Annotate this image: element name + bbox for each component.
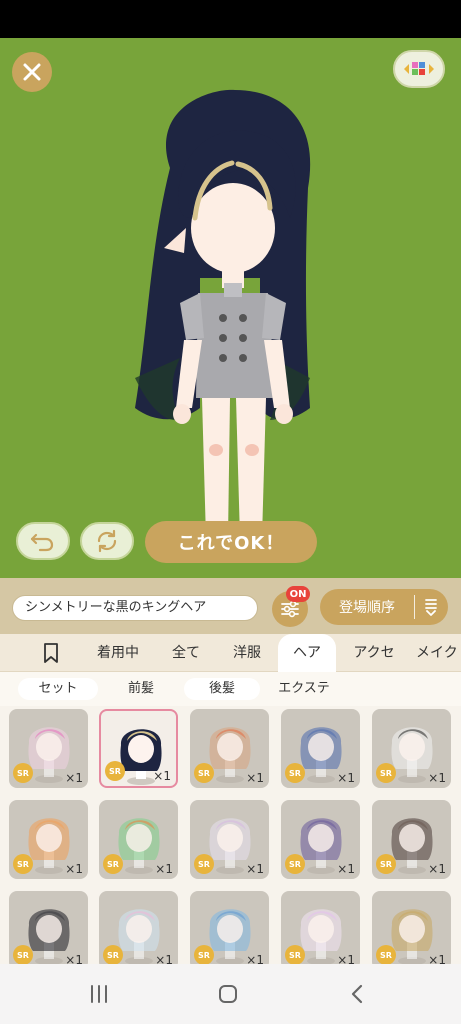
item-name-field: シンメトリーな黒のキングヘア bbox=[12, 595, 258, 621]
rarity-badge: SR bbox=[376, 763, 396, 783]
hair-item-card[interactable]: SR ×1 bbox=[9, 800, 88, 879]
item-quantity: ×1 bbox=[65, 771, 83, 785]
status-bar bbox=[0, 0, 461, 38]
item-toolbar: シンメトリーな黒のキングヘア ON 登場順序 bbox=[0, 578, 461, 634]
hair-item-card[interactable]: SR ×1 bbox=[9, 709, 88, 788]
sub-tabs: セット 前髪 後髪 エクステ bbox=[0, 672, 461, 706]
system-nav-bar bbox=[0, 964, 461, 1024]
hair-item-card[interactable]: SR ×1 bbox=[372, 800, 451, 879]
hair-item-card[interactable]: SR ×1 bbox=[190, 709, 269, 788]
tab-hair[interactable]: ヘア bbox=[278, 634, 336, 672]
item-quantity: ×1 bbox=[155, 953, 173, 964]
back-icon bbox=[351, 984, 363, 1004]
item-quantity: ×1 bbox=[337, 862, 355, 876]
back-button[interactable] bbox=[342, 980, 372, 1008]
rarity-badge: SR bbox=[285, 945, 305, 964]
subtab-set[interactable]: セット bbox=[18, 678, 98, 700]
tab-bookmark[interactable] bbox=[32, 634, 70, 672]
hair-item-card[interactable]: SR ×1 bbox=[281, 800, 360, 879]
filter-sliders-icon bbox=[281, 600, 299, 618]
item-grid: SR ×1 SR ×1 SR ×1 SR ×1 SR ×1 SR ×1 SR ×1 SR ×1 SR ×1 SR ×1… bbox=[0, 706, 461, 964]
tab-wearing[interactable]: 着用中 bbox=[86, 634, 150, 672]
item-quantity: ×1 bbox=[246, 771, 264, 785]
hair-item-card[interactable]: SR ×1 bbox=[190, 891, 269, 964]
rarity-badge: SR bbox=[376, 854, 396, 874]
subtab-front-hair[interactable]: 前髪 bbox=[104, 678, 178, 700]
subtab-extensions[interactable]: エクステ bbox=[266, 678, 342, 700]
undo-button[interactable] bbox=[16, 522, 70, 560]
avatar-character bbox=[135, 89, 311, 550]
item-quantity: ×1 bbox=[337, 953, 355, 964]
close-icon bbox=[23, 63, 41, 81]
item-quantity: ×1 bbox=[428, 771, 446, 785]
randomize-button[interactable] bbox=[80, 522, 134, 560]
tab-makeup[interactable]: メイク bbox=[416, 634, 461, 672]
hair-item-card[interactable]: SR ×1 bbox=[190, 800, 269, 879]
tab-clothes[interactable]: 洋服 bbox=[222, 634, 272, 672]
hair-item-card[interactable]: SR ×1 bbox=[372, 709, 451, 788]
item-quantity: ×1 bbox=[428, 953, 446, 964]
item-quantity: ×1 bbox=[428, 862, 446, 876]
hair-item-card-selected[interactable]: SR ×1 bbox=[99, 709, 178, 788]
hair-item-card[interactable]: SR ×1 bbox=[9, 891, 88, 964]
item-quantity: ×1 bbox=[246, 953, 264, 964]
sort-button[interactable]: 登場順序 bbox=[320, 589, 448, 625]
hair-item-card[interactable]: SR ×1 bbox=[281, 709, 360, 788]
sort-divider bbox=[414, 595, 415, 619]
rarity-badge: SR bbox=[194, 854, 214, 874]
category-tabs: 着用中 全て 洋服 ヘア アクセ メイク bbox=[0, 634, 461, 672]
grid-toggle-icon bbox=[404, 62, 434, 75]
recent-apps-button[interactable] bbox=[84, 980, 114, 1008]
recent-apps-icon bbox=[91, 985, 107, 1003]
item-quantity: ×1 bbox=[65, 862, 83, 876]
home-icon bbox=[219, 985, 237, 1003]
rarity-badge: SR bbox=[13, 945, 33, 964]
tab-all[interactable]: 全て bbox=[160, 634, 212, 672]
rarity-badge: SR bbox=[13, 763, 33, 783]
rarity-badge: SR bbox=[103, 945, 123, 964]
bookmark-icon bbox=[44, 643, 58, 663]
close-button[interactable] bbox=[12, 52, 52, 92]
tab-accessory[interactable]: アクセ bbox=[344, 634, 404, 672]
hair-item-card[interactable]: SR ×1 bbox=[372, 891, 451, 964]
rarity-badge: SR bbox=[285, 854, 305, 874]
subtab-back-hair[interactable]: 後髪 bbox=[184, 678, 260, 700]
undo-icon bbox=[30, 533, 54, 552]
confirm-ok-button[interactable]: これでOK！ bbox=[145, 521, 317, 563]
sort-icon bbox=[425, 599, 437, 616]
rarity-badge: SR bbox=[376, 945, 396, 964]
hair-item-card[interactable]: SR ×1 bbox=[99, 800, 178, 879]
item-quantity: ×1 bbox=[153, 769, 171, 783]
sort-label: 登場順序 bbox=[339, 600, 395, 616]
rarity-badge: SR bbox=[285, 763, 305, 783]
hair-item-card[interactable]: SR ×1 bbox=[99, 891, 178, 964]
item-quantity: ×1 bbox=[65, 953, 83, 964]
rarity-badge: SR bbox=[194, 763, 214, 783]
rarity-badge: SR bbox=[13, 854, 33, 874]
item-quantity: ×1 bbox=[155, 862, 173, 876]
refresh-icon bbox=[97, 529, 117, 553]
rarity-badge: SR bbox=[194, 945, 214, 964]
rarity-badge: SR bbox=[105, 761, 125, 781]
filter-on-badge: ON bbox=[286, 586, 310, 602]
item-quantity: ×1 bbox=[337, 771, 355, 785]
avatar-stage: これでOK！ bbox=[0, 38, 461, 578]
grid-toggle-button[interactable] bbox=[393, 50, 445, 88]
rarity-badge: SR bbox=[103, 854, 123, 874]
hair-item-card[interactable]: SR ×1 bbox=[281, 891, 360, 964]
sort-order-button[interactable] bbox=[420, 597, 442, 617]
home-button[interactable] bbox=[213, 980, 243, 1008]
item-quantity: ×1 bbox=[246, 862, 264, 876]
